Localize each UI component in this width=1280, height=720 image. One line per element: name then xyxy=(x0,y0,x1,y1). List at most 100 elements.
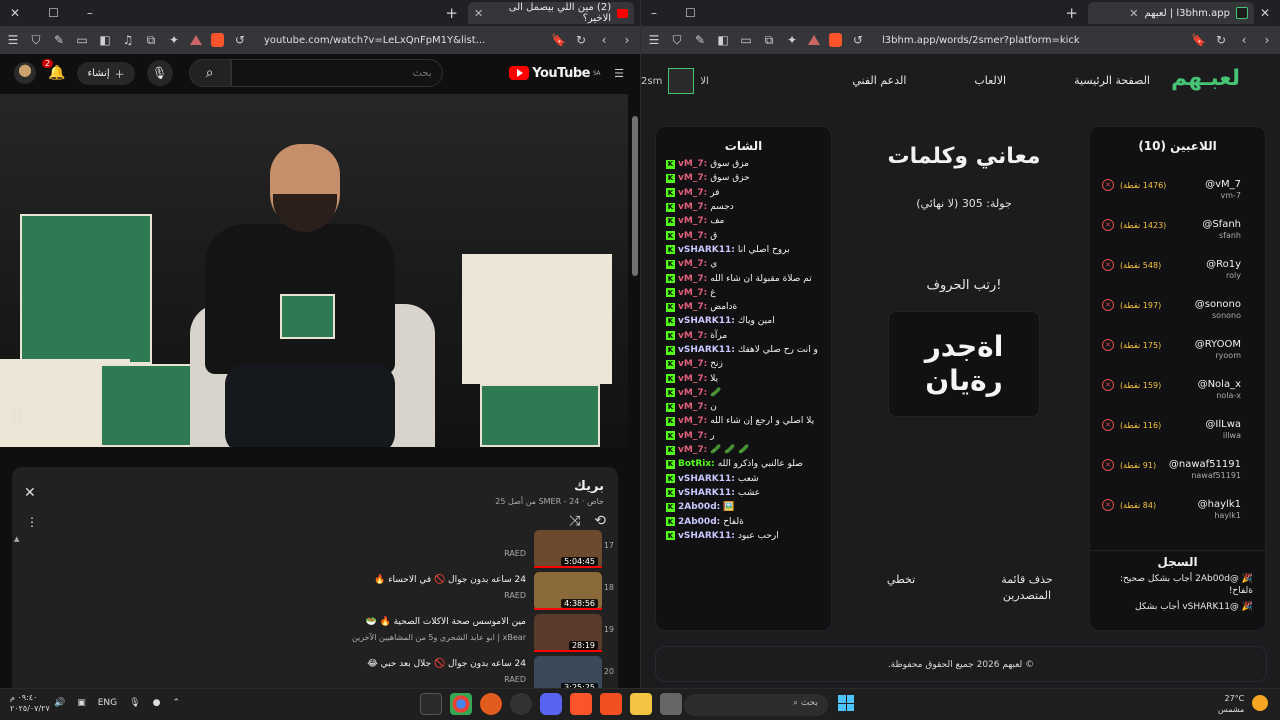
back-icon[interactable]: ‹ xyxy=(1237,33,1251,47)
sidebar-icon[interactable]: ◧ xyxy=(716,33,730,47)
nav-home[interactable]: الصفحة الرئيسية xyxy=(1074,74,1150,87)
office-icon[interactable] xyxy=(600,693,622,715)
wallet-icon[interactable]: ▭ xyxy=(739,33,753,47)
chat-username[interactable]: vM_7: xyxy=(678,374,707,384)
epic-games-icon[interactable] xyxy=(420,693,442,715)
notifications-button[interactable]: 🔔 2 xyxy=(42,59,65,81)
chat-username[interactable]: vM_7: xyxy=(678,288,707,298)
clock[interactable]: ٠٩:٤٠ م ٢٠٢٥/٠٧/٢٧ xyxy=(10,692,50,714)
bookmark-icon[interactable]: 🔖 xyxy=(1191,33,1206,47)
chat-username[interactable]: vSHARK11: xyxy=(678,245,735,255)
weather-widget[interactable]: 27°C مشمس xyxy=(1218,693,1244,715)
remove-player-icon[interactable]: ✕ xyxy=(1102,499,1114,511)
chat-username[interactable]: vSHARK11: xyxy=(678,474,735,484)
taskbar-search[interactable]: بحث ⌕ xyxy=(684,694,828,716)
brave-rewards-icon[interactable] xyxy=(808,35,820,45)
skip-button[interactable]: تخطي xyxy=(866,572,936,604)
chat-username[interactable]: vM_7: xyxy=(678,259,707,269)
chat-username[interactable]: 2Ab00d: xyxy=(678,502,720,512)
app-tray-icon[interactable]: ● xyxy=(153,698,161,708)
more-icon[interactable]: ⋮ xyxy=(26,515,38,529)
shield-icon[interactable]: ⛉ xyxy=(29,33,43,48)
chat-username[interactable]: vM_7: xyxy=(678,173,707,183)
forward-icon[interactable]: › xyxy=(1260,33,1274,47)
brave-shields-icon[interactable] xyxy=(211,33,224,47)
chat-username[interactable]: vM_7: xyxy=(678,274,707,284)
network-icon[interactable]: ▣ xyxy=(77,698,86,708)
chat-username[interactable]: vM_7: xyxy=(678,359,707,369)
shuffle-icon[interactable]: ⤨ xyxy=(569,513,580,529)
chat-username[interactable]: vM_7: xyxy=(678,302,707,312)
share-icon[interactable]: ↺ xyxy=(233,33,247,47)
address-bar[interactable]: youtube.com/watch?v=LeLxQnFpM1Y&list... xyxy=(256,35,542,46)
chat-username[interactable]: vM_7: xyxy=(678,231,707,241)
close-tab-icon[interactable]: ✕ xyxy=(1129,7,1138,20)
task-view-icon[interactable] xyxy=(660,693,682,715)
reload-icon[interactable]: ↻ xyxy=(1214,33,1228,47)
create-button[interactable]: إنشاء ＋ xyxy=(77,61,135,85)
chat-username[interactable]: BotRix: xyxy=(678,459,715,469)
minimize-icon[interactable]: – xyxy=(87,6,93,20)
playlist-item[interactable]: 20 3:25:25 24 ساعه بدون جوال 🚫 جلال بعد … xyxy=(12,655,618,688)
address-bar[interactable]: l3bhm.app/words/2smer?platform=kick xyxy=(874,35,1182,46)
chat-username[interactable]: vSHARK11: xyxy=(678,531,735,541)
search-input[interactable] xyxy=(230,59,443,87)
video-player[interactable]: ϐ xyxy=(0,94,628,447)
tab-youtube[interactable]: (2) مين اللي بيصمل الى الاخير؟ ✕ xyxy=(468,2,634,24)
back-icon[interactable]: ‹ xyxy=(597,33,611,47)
wallet-icon[interactable]: ▭ xyxy=(75,33,89,47)
chat-username[interactable]: vM_7: xyxy=(678,388,707,398)
chat-username[interactable]: vSHARK11: xyxy=(678,488,735,498)
obs-icon[interactable] xyxy=(510,693,532,715)
remove-player-icon[interactable]: ✕ xyxy=(1102,339,1114,351)
screenshot-icon[interactable]: ⧉ xyxy=(144,33,158,48)
volume-icon[interactable]: 🔊 xyxy=(54,698,65,708)
chat-username[interactable]: vM_7: xyxy=(678,159,707,169)
file-explorer-icon[interactable] xyxy=(630,693,652,715)
extensions-icon[interactable]: ✎ xyxy=(693,33,707,47)
puzzle-icon[interactable]: ✦ xyxy=(167,33,181,47)
nav-games[interactable]: الالعاب xyxy=(974,74,1006,87)
bookmark-icon[interactable]: 🔖 xyxy=(551,33,566,47)
site-logo[interactable]: لعبـهم xyxy=(1171,66,1240,91)
hamburger-icon[interactable]: ☰ xyxy=(612,67,626,80)
chrome-icon[interactable] xyxy=(450,693,472,715)
sidebar-icon[interactable]: ◧ xyxy=(98,33,112,47)
brave-rewards-icon[interactable] xyxy=(190,35,202,45)
close-icon[interactable]: ✕ xyxy=(24,485,36,501)
extensions-icon[interactable]: ✎ xyxy=(52,33,66,47)
brave-icon[interactable] xyxy=(570,693,592,715)
close-tab-icon[interactable]: ✕ xyxy=(474,7,483,20)
chat-username[interactable]: vM_7: xyxy=(678,216,707,226)
remove-player-icon[interactable]: ✕ xyxy=(1102,219,1114,231)
search-icon[interactable]: ⌕ xyxy=(188,59,231,87)
shield-icon[interactable]: ⛉ xyxy=(670,33,684,48)
chat-username[interactable]: vM_7: xyxy=(678,202,707,212)
nav-support[interactable]: الدعم الفني xyxy=(852,74,906,87)
avatar[interactable] xyxy=(14,62,36,84)
chat-username[interactable]: vM_7: xyxy=(678,402,707,412)
chat-username[interactable]: 2Ab00d: xyxy=(678,517,720,527)
close-window-icon[interactable]: ✕ xyxy=(10,6,20,20)
youtube-logo[interactable]: YouTube SA xyxy=(509,66,601,81)
share-icon[interactable]: ↺ xyxy=(851,33,865,47)
playlist-item[interactable]: 17 5:04:45 RAED xyxy=(12,529,618,571)
clear-leaderboard-button[interactable]: حذف قائمة المتصدرين xyxy=(992,572,1062,604)
maximize-icon[interactable]: ☐ xyxy=(685,6,696,20)
puzzle-icon[interactable]: ✦ xyxy=(785,33,799,47)
new-tab-button[interactable]: + xyxy=(445,4,458,22)
playlist-item[interactable]: 18 4:38:56 24 ساعه بدون جوال 🚫 في الاحسا… xyxy=(12,571,618,613)
forward-icon[interactable]: › xyxy=(620,33,634,47)
chevron-up-icon[interactable]: ⌃ xyxy=(172,698,180,708)
maximize-icon[interactable]: ☐ xyxy=(48,6,59,20)
menu-icon[interactable]: ☰ xyxy=(647,33,661,47)
reload-icon[interactable]: ↻ xyxy=(574,33,588,47)
chat-username[interactable]: vSHARK11: xyxy=(678,345,735,355)
loop-icon[interactable]: ⟲ xyxy=(594,513,606,529)
remove-player-icon[interactable]: ✕ xyxy=(1102,379,1114,391)
windows-start-icon[interactable] xyxy=(838,695,854,711)
chat-username[interactable]: vM_7: xyxy=(678,416,707,426)
chat-username[interactable]: vSHARK11: xyxy=(678,316,735,326)
remove-player-icon[interactable]: ✕ xyxy=(1102,299,1114,311)
mic-icon[interactable]: 🎙 xyxy=(129,698,140,708)
